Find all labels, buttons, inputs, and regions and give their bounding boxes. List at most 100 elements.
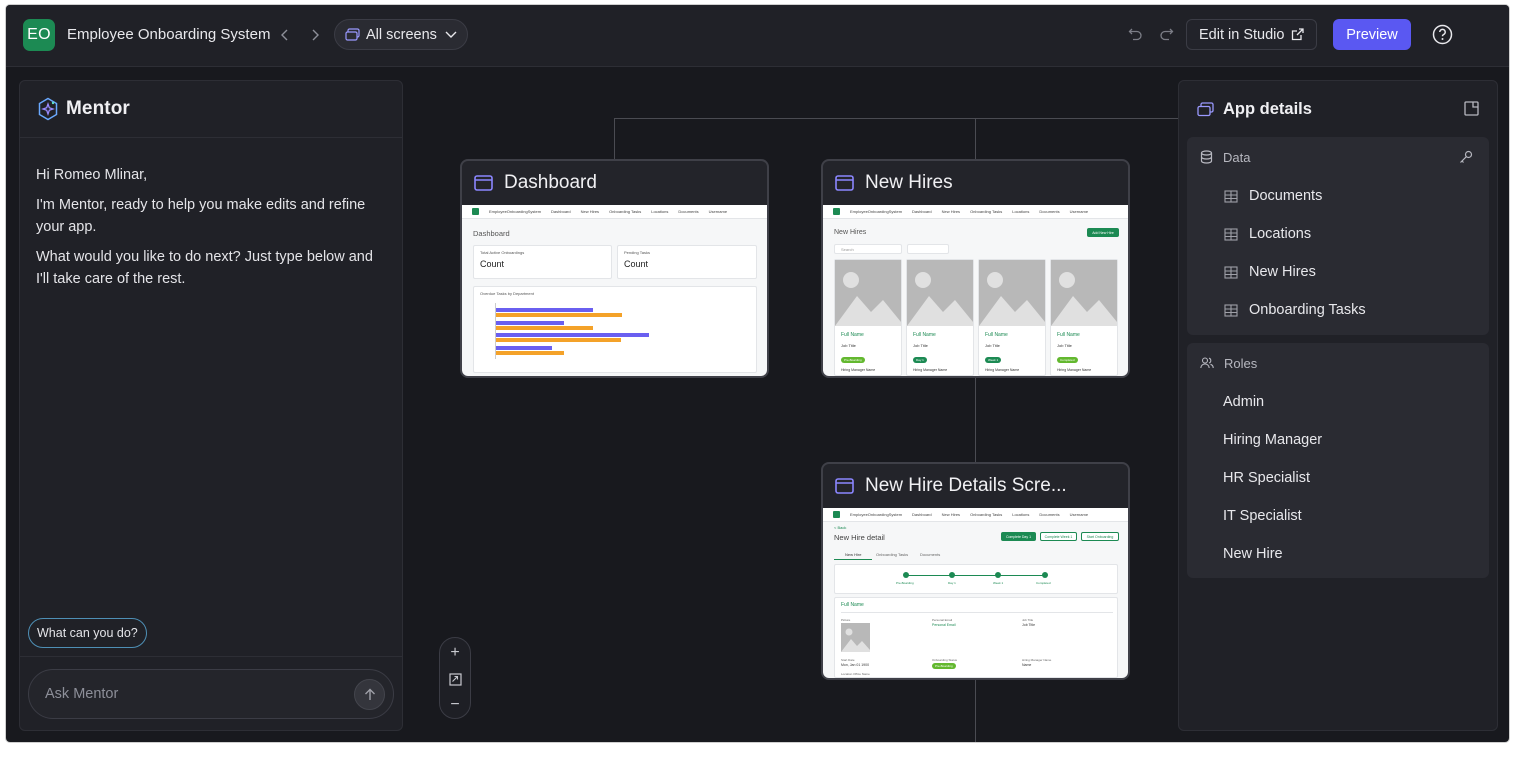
chart-bar <box>496 351 564 355</box>
screen-card-dashboard[interactable]: Dashboard EmployeeOnboardingSystem Dashb… <box>460 159 769 378</box>
mentor-message: Hi Romeo Mlinar, I'm Mentor, ready to he… <box>20 138 402 290</box>
step-dot <box>903 572 909 578</box>
hire-manager: Hiring Manager Name <box>1057 368 1092 372</box>
roles-section: Roles Admin Hiring Manager HR Specialist… <box>1187 343 1489 578</box>
role-item-hiring-manager[interactable]: Hiring Manager <box>1187 421 1489 459</box>
connector-line <box>975 679 976 742</box>
field-label: Start Date <box>841 658 855 662</box>
field-label: Personal Email <box>932 618 953 622</box>
back-arrow-icon[interactable] <box>275 25 295 45</box>
chart-bar <box>496 338 621 342</box>
active-tab-underline <box>834 559 872 560</box>
step-dot <box>949 572 955 578</box>
data-item-new-hires[interactable]: New Hires <box>1187 253 1489 291</box>
suggestion-chip[interactable]: What can you do? <box>28 618 147 648</box>
stat-value: Count <box>624 259 649 269</box>
chart-card: Overdue Tasks by Department <box>473 286 757 373</box>
data-header-label: Data <box>1223 149 1251 165</box>
stat-label: Pending Tasks <box>624 250 650 255</box>
connector-line <box>614 118 615 160</box>
mini-nav-item: Dashboard <box>912 512 932 517</box>
data-item-label: Onboarding Tasks <box>1249 302 1366 318</box>
mini-nav-item: Locations <box>651 209 669 214</box>
send-button[interactable] <box>354 679 385 710</box>
preview-heading: New Hires <box>834 229 867 236</box>
fit-view-button[interactable] <box>440 667 470 691</box>
data-item-documents[interactable]: Documents <box>1187 177 1489 215</box>
role-item-hr-specialist[interactable]: HR Specialist <box>1187 459 1489 497</box>
mini-nav-item: Onboarding Tasks <box>970 209 1003 214</box>
table-icon <box>1224 227 1238 241</box>
screen-card-new-hires[interactable]: New Hires EmployeeOnboardingSystem Dashb… <box>821 159 1130 378</box>
card-header: Dashboard <box>462 161 767 205</box>
hire-card: Full Name Job Title Pre-Boarding Hiring … <box>834 259 902 376</box>
ask-mentor-input[interactable]: Ask Mentor <box>28 669 394 719</box>
zoom-out-button[interactable]: − <box>440 693 470 717</box>
data-section-header: Data <box>1187 137 1489 177</box>
role-item-new-hire[interactable]: New Hire <box>1187 535 1489 573</box>
fit-screen-icon <box>448 672 462 686</box>
mini-nav-item: Documents <box>1039 512 1060 517</box>
step-dot <box>1042 572 1048 578</box>
all-screens-dropdown[interactable]: All screens <box>334 19 468 50</box>
connector-line <box>975 118 976 160</box>
stepper-line <box>906 575 1046 576</box>
key-icon[interactable] <box>1459 150 1473 169</box>
chart-title: Overdue Tasks by Department <box>480 291 534 296</box>
app-details-panel: App details Data Documents Locations New… <box>1178 80 1498 731</box>
connector-line <box>975 377 976 463</box>
data-item-locations[interactable]: Locations <box>1187 215 1489 253</box>
mini-nav-item: Locations <box>1012 209 1030 214</box>
undo-icon[interactable] <box>1128 26 1143 46</box>
hire-manager: Hiring Manager Name <box>841 368 876 372</box>
edit-in-studio-button[interactable]: Edit in Studio <box>1186 19 1317 50</box>
mini-nav-item: Username <box>708 209 728 214</box>
mentor-intro: I'm Mentor, ready to help you make edits… <box>36 197 366 235</box>
table-icon <box>1224 303 1238 317</box>
hire-badge: Week 1 <box>985 357 1002 363</box>
roles-section-header: Roles <box>1187 343 1489 383</box>
role-item-it-specialist[interactable]: IT Specialist <box>1187 497 1489 535</box>
screen-preview: EmployeeOnboardingSystem Dashboard New H… <box>823 205 1128 376</box>
tab: New Hire <box>845 552 862 557</box>
screen-icon <box>474 175 493 191</box>
add-new-hire-button: Add New Hire <box>1087 228 1119 237</box>
mini-nav-app: EmployeeOnboardingSystem <box>489 209 542 214</box>
mini-nav-item: Locations <box>1012 512 1030 517</box>
database-icon <box>1200 150 1213 164</box>
expand-panel-icon[interactable] <box>1464 101 1479 121</box>
zoom-controls: + − <box>439 637 471 719</box>
screen-card-new-hire-details[interactable]: New Hire Details Scre... EmployeeOnboard… <box>821 462 1130 680</box>
step-label: Pre-Boarding <box>896 581 914 585</box>
stepper-card: Pre-Boarding Day 1 Week 1 Completed <box>834 564 1118 594</box>
field-value: Name <box>1022 663 1032 667</box>
hire-job: Job Title <box>985 343 1000 348</box>
chevron-down-icon <box>445 31 457 38</box>
hire-manager: Hiring Manager Name <box>913 368 948 372</box>
table-icon <box>1224 265 1238 279</box>
forward-arrow-icon[interactable] <box>305 25 325 45</box>
role-item-admin[interactable]: Admin <box>1187 383 1489 421</box>
chart-bar <box>496 346 552 350</box>
top-bar: EO Employee Onboarding System All screen… <box>6 5 1509 67</box>
chart-bar <box>496 321 564 325</box>
zoom-in-button[interactable]: + <box>440 641 470 665</box>
redo-icon[interactable] <box>1159 26 1174 46</box>
table-icon <box>1224 189 1238 203</box>
preview-heading: New Hire detail <box>834 533 885 542</box>
preview-button[interactable]: Preview <box>1333 19 1411 50</box>
card-header: New Hire Details Scre... <box>823 464 1128 508</box>
hire-badge: Completed <box>1057 357 1078 363</box>
details-card: Full Name Picture Personal Email Persona… <box>834 597 1118 678</box>
hire-name: Full Name <box>841 332 864 338</box>
field-value: Job Title <box>1022 623 1036 627</box>
divider <box>841 612 1113 613</box>
data-item-label: Documents <box>1249 188 1323 204</box>
screen-preview: EmployeeOnboardingSystem Dashboard New H… <box>823 508 1128 678</box>
data-item-onboarding-tasks[interactable]: Onboarding Tasks <box>1187 291 1489 329</box>
mini-nav: EmployeeOnboardingSystem Dashboard New H… <box>462 205 767 219</box>
mini-nav-item: Username <box>1069 512 1089 517</box>
card-title: New Hires <box>865 172 953 193</box>
help-icon[interactable] <box>1432 24 1453 50</box>
data-item-label: Locations <box>1249 226 1312 242</box>
